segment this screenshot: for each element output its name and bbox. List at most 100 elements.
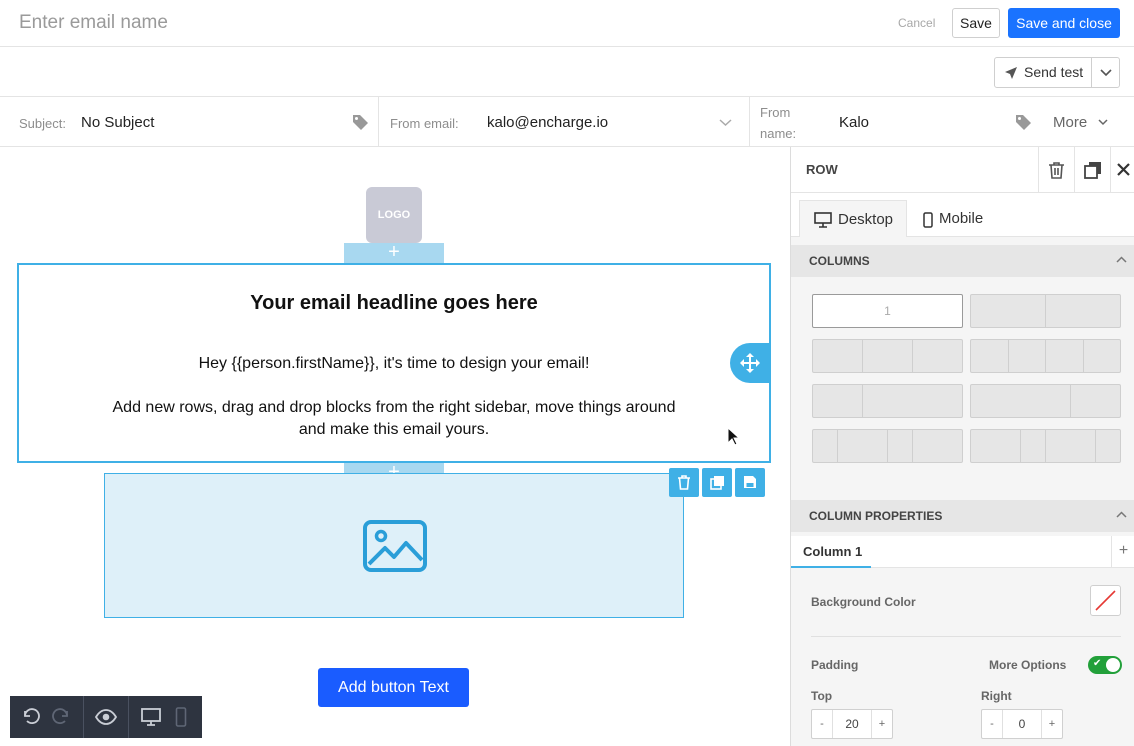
cancel-button[interactable]: Cancel bbox=[898, 16, 935, 30]
decrement-button[interactable]: - bbox=[812, 710, 832, 738]
eye-icon bbox=[95, 709, 117, 725]
more-options-toggle[interactable]: ✔ bbox=[1088, 656, 1122, 674]
layout-4-uneven-a[interactable] bbox=[812, 429, 963, 463]
image-block[interactable] bbox=[104, 473, 684, 618]
add-row-above-button[interactable]: + bbox=[344, 242, 444, 263]
mobile-icon bbox=[175, 707, 187, 727]
save-and-close-button[interactable]: Save and close bbox=[1008, 8, 1120, 38]
chevron-up-icon bbox=[1116, 256, 1127, 263]
padding-top-input[interactable]: 20 bbox=[832, 710, 872, 738]
from-email-select[interactable]: kalo@encharge.io bbox=[487, 114, 608, 131]
duplicate-icon bbox=[1084, 162, 1101, 179]
floppy-disk-icon bbox=[744, 476, 756, 488]
bottom-toolbar bbox=[10, 696, 202, 738]
layout-divider bbox=[1008, 340, 1009, 372]
layout-1-column[interactable]: 1 bbox=[812, 294, 963, 328]
layout-divider bbox=[1045, 430, 1046, 462]
delete-block-button[interactable] bbox=[669, 468, 699, 497]
divider bbox=[749, 97, 750, 147]
undo-icon bbox=[24, 708, 40, 724]
layout-divider bbox=[862, 385, 863, 417]
from-name-label-2: name: bbox=[760, 126, 797, 141]
panel-header: ROW bbox=[791, 147, 1134, 193]
row-move-handle[interactable] bbox=[730, 343, 770, 383]
layout-4-uneven-b[interactable] bbox=[970, 429, 1121, 463]
desktop-icon bbox=[141, 708, 161, 726]
chevron-down-icon[interactable] bbox=[719, 119, 732, 127]
tab-mobile-label: Mobile bbox=[939, 210, 984, 227]
email-name-input[interactable]: Enter email name bbox=[19, 12, 168, 34]
tab-column-1[interactable]: Column 1 bbox=[803, 544, 862, 559]
active-tab-indicator bbox=[791, 566, 871, 568]
tag-icon[interactable] bbox=[1015, 114, 1032, 131]
layout-divider bbox=[912, 430, 913, 462]
save-block-button[interactable] bbox=[735, 468, 765, 497]
tab-desktop[interactable]: Desktop bbox=[799, 200, 907, 237]
email-canvas[interactable]: LOGO + Your email headline goes here Hey… bbox=[0, 147, 790, 746]
layout-divider bbox=[1083, 340, 1084, 372]
toggle-knob bbox=[1106, 658, 1120, 672]
logo-placeholder[interactable]: LOGO bbox=[366, 187, 422, 243]
layout-divider bbox=[912, 340, 913, 372]
duplicate-row-button[interactable] bbox=[1074, 147, 1110, 193]
layout-divider bbox=[1045, 340, 1046, 372]
from-name-label: From bbox=[760, 105, 791, 120]
decrement-button[interactable]: - bbox=[982, 710, 1002, 738]
send-test-dropdown[interactable] bbox=[1091, 57, 1120, 88]
cta-button[interactable]: Add button Text bbox=[318, 668, 469, 707]
chevron-down-icon bbox=[1100, 69, 1112, 77]
subject-field[interactable]: No Subject bbox=[81, 114, 154, 131]
save-button[interactable]: Save bbox=[952, 8, 1000, 38]
tab-mobile[interactable]: Mobile bbox=[921, 200, 1011, 237]
padding-label: Padding bbox=[811, 658, 859, 672]
add-column-button[interactable]: + bbox=[1111, 536, 1134, 568]
send-test-label: Send test bbox=[1024, 64, 1084, 80]
from-name-field[interactable]: Kalo bbox=[839, 114, 869, 131]
padding-right-input[interactable]: 0 bbox=[1002, 710, 1042, 738]
divider bbox=[378, 97, 379, 147]
redo-icon bbox=[52, 708, 68, 724]
mobile-view-button[interactable] bbox=[169, 696, 202, 738]
duplicate-block-button[interactable] bbox=[702, 468, 732, 497]
image-icon bbox=[363, 520, 427, 572]
layout-1-label: 1 bbox=[884, 304, 891, 318]
tag-icon[interactable] bbox=[352, 114, 369, 131]
chevron-up-icon bbox=[1116, 511, 1127, 518]
top-bar: Enter email name Cancel Save Save and cl… bbox=[0, 0, 1134, 47]
divider bbox=[811, 636, 1121, 637]
increment-button[interactable]: + bbox=[1042, 710, 1062, 738]
send-test-button[interactable]: Send test bbox=[994, 57, 1092, 88]
background-color-swatch[interactable] bbox=[1090, 585, 1121, 616]
trash-icon bbox=[678, 475, 690, 490]
layout-divider bbox=[862, 340, 863, 372]
headline-text[interactable]: Your email headline goes here bbox=[19, 292, 769, 315]
padding-right-stepper: - 0 + bbox=[981, 709, 1063, 739]
layout-3-columns[interactable] bbox=[812, 339, 963, 373]
column-properties-header[interactable]: COLUMN PROPERTIES bbox=[791, 500, 1134, 532]
desktop-view-button[interactable] bbox=[129, 696, 169, 738]
action-bar: Send test bbox=[0, 47, 1134, 97]
layout-4-columns[interactable] bbox=[970, 339, 1121, 373]
padding-top-label: Top bbox=[811, 689, 833, 703]
more-options-label: More Options bbox=[989, 658, 1067, 672]
increment-button[interactable]: + bbox=[872, 710, 892, 738]
check-icon: ✔ bbox=[1093, 658, 1102, 669]
greeting-text[interactable]: Hey {{person.firstName}}, it's time to d… bbox=[19, 355, 769, 373]
redo-button[interactable] bbox=[46, 696, 82, 738]
layout-1-3-2-3[interactable] bbox=[812, 384, 963, 418]
selected-row[interactable]: Your email headline goes here Hey {{pers… bbox=[17, 263, 771, 463]
chevron-down-icon bbox=[1098, 119, 1108, 126]
column-properties-label: COLUMN PROPERTIES bbox=[809, 509, 943, 523]
layout-2-3-1-3[interactable] bbox=[970, 384, 1121, 418]
close-panel-button[interactable] bbox=[1110, 147, 1134, 193]
body-text[interactable]: Add new rows, drag and drop blocks from … bbox=[109, 397, 679, 441]
columns-section-header[interactable]: COLUMNS bbox=[791, 245, 1134, 277]
preview-button[interactable] bbox=[84, 696, 128, 738]
layout-2-columns[interactable] bbox=[970, 294, 1121, 328]
more-button[interactable]: More bbox=[1053, 114, 1087, 131]
delete-row-button[interactable] bbox=[1038, 147, 1074, 193]
layout-divider bbox=[1070, 385, 1071, 417]
layout-divider bbox=[887, 430, 888, 462]
undo-button[interactable] bbox=[10, 696, 46, 738]
duplicate-icon bbox=[710, 476, 724, 490]
